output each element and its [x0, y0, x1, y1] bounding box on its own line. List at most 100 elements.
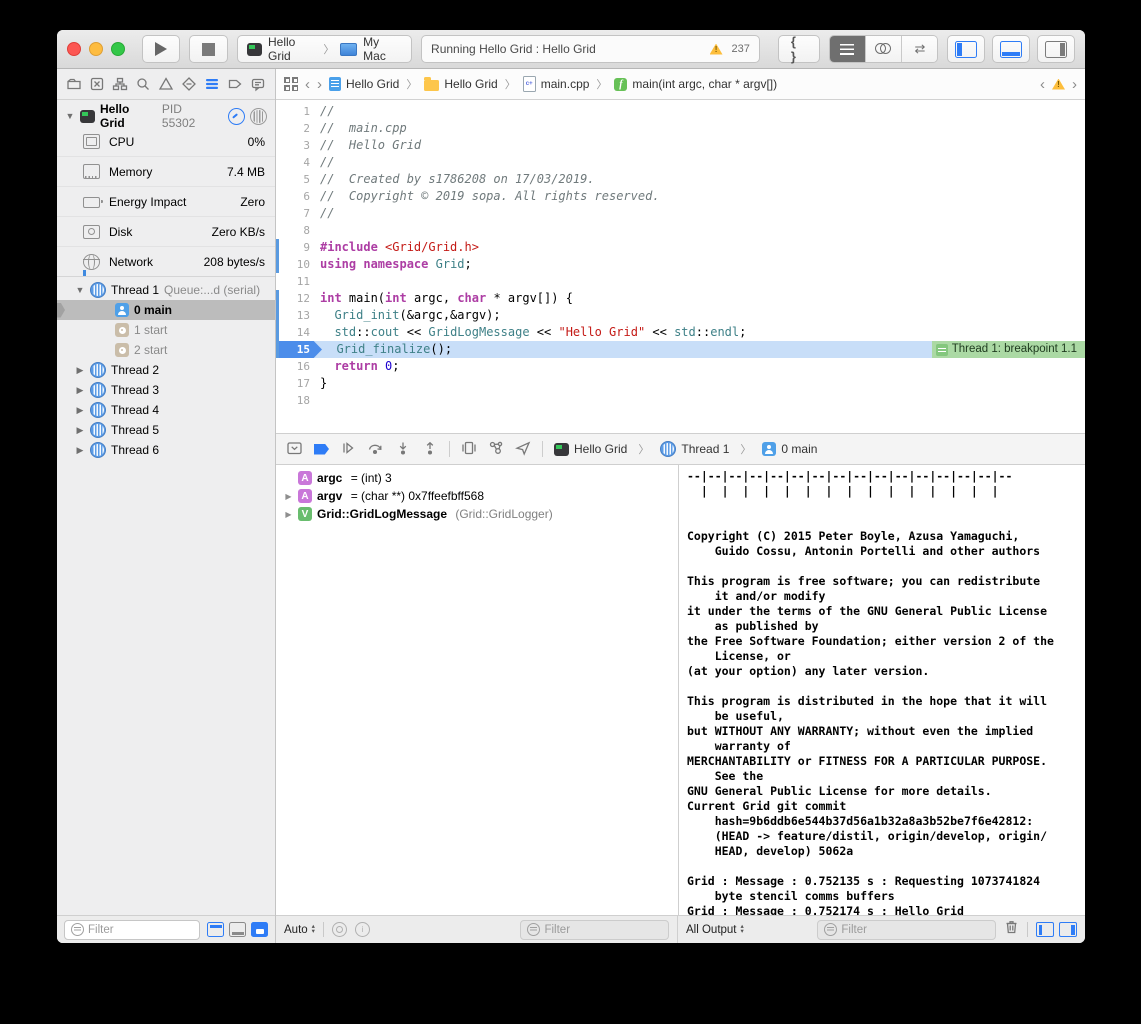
line-number[interactable]: 9 — [276, 239, 320, 256]
line-number[interactable]: 6 — [276, 188, 320, 205]
find-navigator-tab[interactable] — [135, 76, 151, 92]
breakpoint-annotation[interactable]: Thread 1: breakpoint 1.1 — [932, 341, 1085, 358]
console-filter-input[interactable]: Filter — [817, 920, 996, 940]
gauge-row-cpu[interactable]: CPU0% — [57, 127, 275, 156]
memory-graph-button[interactable] — [488, 440, 504, 459]
issue-warning-icon[interactable] — [1052, 79, 1065, 90]
gauge-row-disk[interactable]: DiskZero KB/s — [57, 216, 275, 246]
line-number[interactable]: 5 — [276, 171, 320, 188]
next-issue-button[interactable]: › — [1072, 77, 1077, 92]
line-number[interactable]: 13 — [276, 307, 320, 324]
console-output[interactable]: --|--|--|--|--|--|--|--|--|--|--|--|--|-… — [679, 465, 1085, 915]
back-button[interactable]: ‹ — [305, 77, 310, 92]
clear-console-button[interactable] — [1004, 919, 1019, 940]
line-number[interactable]: 8 — [276, 222, 320, 239]
disclosure-closed-icon[interactable]: ▶ — [284, 510, 293, 519]
disclosure-closed-icon[interactable]: ▶ — [75, 445, 85, 456]
breakpoint-navigator-tab[interactable] — [227, 76, 243, 92]
line-number[interactable]: 18 — [276, 392, 320, 409]
thread-row[interactable]: 1 start — [57, 320, 275, 340]
step-into-button[interactable] — [395, 440, 411, 459]
thread-row[interactable]: ▶Thread 5 — [57, 420, 275, 440]
line-number[interactable]: 2 — [276, 120, 320, 137]
library-button[interactable]: { } — [778, 35, 820, 63]
simulate-location-button[interactable] — [515, 440, 531, 459]
breadcrumb-symbol[interactable]: f main(int argc, char * argv[]) — [614, 77, 777, 91]
line-number[interactable]: 14 — [276, 324, 320, 341]
toggle-navigator-button[interactable] — [947, 35, 985, 63]
scheme-selector[interactable]: Hello Grid 〉 My Mac — [237, 35, 412, 63]
debug-view-hierarchy-button[interactable] — [461, 440, 477, 459]
gauges-toggle-icon[interactable] — [228, 108, 245, 125]
forward-button[interactable]: › — [317, 77, 322, 92]
debug-navigator-tab[interactable] — [204, 76, 220, 92]
line-number[interactable]: 12 — [276, 290, 320, 307]
disclosure-open-icon[interactable]: ▼ — [75, 285, 85, 295]
disclosure-closed-icon[interactable]: ▶ — [75, 425, 85, 436]
step-over-button[interactable] — [367, 440, 384, 459]
close-window-button[interactable] — [67, 42, 81, 56]
project-navigator-tab[interactable] — [66, 76, 82, 92]
disclosure-closed-icon[interactable]: ▶ — [75, 405, 85, 416]
disclosure-closed-icon[interactable]: ▶ — [284, 492, 293, 501]
line-number[interactable]: 4 — [276, 154, 320, 171]
process-row[interactable]: ▼ Hello Grid PID 55302 — [57, 105, 275, 127]
disclosure-closed-icon[interactable]: ▶ — [75, 385, 85, 396]
thread-row[interactable]: 2 start — [57, 340, 275, 360]
breadcrumb-group[interactable]: Hello Grid — [424, 77, 497, 91]
variables-scope-popup[interactable]: Auto ▴▾ — [284, 924, 315, 936]
show-console-toggle[interactable] — [1059, 922, 1077, 937]
breakpoint-line-number[interactable]: 15 — [276, 341, 322, 358]
disclosure-open-icon[interactable]: ▼ — [65, 111, 75, 121]
show-variables-view-toggle[interactable] — [1036, 922, 1054, 937]
issue-navigator-tab[interactable] — [158, 76, 174, 92]
symbol-navigator-tab[interactable] — [112, 76, 128, 92]
line-number[interactable]: 3 — [276, 137, 320, 154]
show-stack-frames-icon[interactable] — [229, 922, 246, 937]
run-button[interactable] — [142, 35, 180, 63]
debug-breadcrumb-process[interactable]: Hello Grid — [554, 442, 627, 456]
report-navigator-tab[interactable] — [250, 76, 266, 92]
line-number[interactable]: 1 — [276, 103, 320, 120]
toggle-inspector-button[interactable] — [1037, 35, 1075, 63]
thread-row[interactable]: ▶Thread 4 — [57, 400, 275, 420]
line-number[interactable]: 17 — [276, 375, 320, 392]
zoom-window-button[interactable] — [111, 42, 125, 56]
gauge-row-energy[interactable]: Energy ImpactZero — [57, 186, 275, 216]
thread-row[interactable]: ▶Thread 3 — [57, 380, 275, 400]
gauge-row-mem[interactable]: Memory7.4 MB — [57, 156, 275, 186]
stop-button[interactable] — [189, 35, 228, 63]
thread-row[interactable]: ▼Thread 1Queue:...d (serial) — [57, 280, 275, 300]
info-icon[interactable]: i — [355, 922, 370, 937]
thread-row[interactable]: 0 main — [57, 300, 275, 320]
line-number[interactable]: 16 — [276, 358, 320, 375]
breadcrumb-file[interactable]: c+ main.cpp — [523, 76, 590, 92]
debug-breadcrumb-frame[interactable]: 0 main — [762, 442, 817, 456]
console-scope-popup[interactable]: All Output ▴▾ — [686, 924, 744, 936]
variable-row[interactable]: Aargc = (int) 3 — [276, 469, 678, 487]
assistant-editor-button[interactable] — [865, 36, 901, 62]
hide-debug-area-button[interactable] — [286, 440, 303, 459]
variables-view[interactable]: Aargc = (int) 3▶Aargv = (char **) 0x7ffe… — [276, 465, 679, 915]
gauge-row-net[interactable]: Network208 bytes/s — [57, 246, 275, 276]
version-editor-button[interactable]: ⇄ — [901, 36, 937, 62]
variable-row[interactable]: ▶VGrid::GridLogMessage (Grid::GridLogger… — [276, 505, 678, 523]
test-navigator-tab[interactable] — [181, 76, 197, 92]
debug-breadcrumb-thread[interactable]: Thread 1 — [660, 441, 729, 457]
threads-view-toggle-icon[interactable] — [250, 108, 267, 125]
warning-count[interactable]: 237 — [732, 43, 750, 55]
line-number[interactable]: 11 — [276, 273, 320, 290]
thread-row[interactable]: ▶Thread 2 — [57, 360, 275, 380]
breakpoints-toggle-button[interactable] — [314, 444, 329, 455]
source-editor[interactable]: 1//2// main.cpp3// Hello Grid4//5// Crea… — [276, 100, 1085, 433]
line-number[interactable]: 10 — [276, 256, 320, 273]
step-out-button[interactable] — [422, 440, 438, 459]
variables-filter-input[interactable]: Filter — [520, 920, 669, 940]
disclosure-closed-icon[interactable]: ▶ — [75, 365, 85, 376]
previous-issue-button[interactable]: ‹ — [1040, 77, 1045, 92]
toggle-debug-area-button[interactable] — [992, 35, 1030, 63]
navigator-filter-input[interactable]: Filter — [64, 920, 200, 940]
standard-editor-button[interactable] — [830, 36, 865, 62]
warning-icon[interactable] — [710, 44, 723, 55]
flag-filter-icon[interactable] — [332, 922, 347, 937]
